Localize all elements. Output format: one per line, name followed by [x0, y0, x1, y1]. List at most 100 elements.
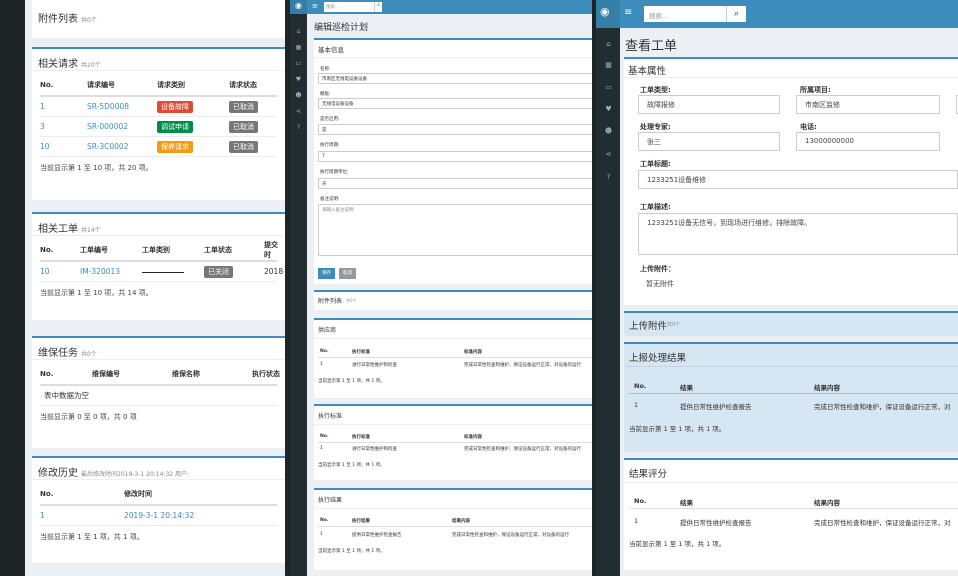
attachments-count: 共0个: [346, 298, 357, 303]
panel-edit-inspection-plan: ≡ 搜索... ⌕ ◉ ⌂ ▦ ▭ ♥ ☻ ⋖ ? 编辑巡检计划 基本信息 名称…: [290, 0, 592, 576]
help-icon[interactable]: ?: [294, 124, 303, 133]
col-modified-time: 修改时间: [124, 490, 152, 498]
page-title: 查看工单: [625, 39, 678, 54]
col-result: 执行结果: [352, 519, 370, 524]
row-result: 提供日常性维护检查报告: [352, 533, 402, 538]
search-input[interactable]: 搜索...: [324, 2, 374, 12]
col-order-status: 工单状态: [204, 246, 232, 254]
row-no[interactable]: 10: [40, 142, 87, 151]
results-title: 执行结果: [318, 497, 343, 504]
request-code-link[interactable]: SR-3C0002: [87, 142, 157, 151]
row-result: 提供日常性维护检查报告: [680, 403, 752, 411]
row-no[interactable]: 1: [40, 102, 87, 111]
title-field[interactable]: 1233251设备维修: [638, 170, 958, 189]
logo-icon: ◉: [295, 1, 302, 10]
workorders-count: 共14个: [81, 227, 101, 234]
home-icon[interactable]: ⌂: [294, 28, 303, 37]
attachments-card: 附件列表 共0个: [32, 0, 285, 38]
col-task-name: 维保名称: [172, 370, 200, 378]
type-field[interactable]: 故障报修: [638, 95, 780, 114]
row-no[interactable]: 1: [40, 511, 124, 520]
share-icon[interactable]: ⋖: [294, 108, 303, 117]
enabled-select[interactable]: 是: [318, 124, 592, 135]
project-field[interactable]: 市南区监修: [796, 95, 940, 114]
modified-time-link[interactable]: 2019-3-1 20:14:32: [124, 511, 224, 520]
requests-footer: 当前显示第 1 至 10 项，共 20 项。: [40, 164, 153, 172]
no-attachment-text: 暂无附件: [646, 280, 674, 288]
monitor-icon[interactable]: ▭: [294, 60, 303, 69]
row-no: 1: [634, 517, 639, 525]
attachments-title: 上传附件: [629, 321, 668, 332]
row-content: 完成日常性检查和维护，保证设备运行正常，对设备的运行: [464, 447, 581, 452]
search-icon[interactable]: ⌕: [726, 6, 746, 22]
table-row: 10 IM-320013 已关闭 2018-4: [40, 262, 284, 282]
row-no[interactable]: 3: [40, 122, 87, 131]
top-navbar: ≡ 搜索... ⌕: [596, 0, 958, 28]
remark-textarea[interactable]: 请输入备注说明: [318, 204, 592, 256]
phone-label: 电话:: [800, 123, 817, 131]
order-code-link[interactable]: IM-320013: [80, 267, 142, 276]
col-content: 结果内容: [814, 384, 840, 392]
request-code-link[interactable]: SR-5D0008: [87, 102, 157, 111]
history-title: 修改历史: [38, 468, 78, 479]
panel-related-records: 附件列表 共0个 相关请求 共20个 No. 请求编号 请求类别 请求状态 1 SR…: [25, 0, 285, 576]
left-dark-gutter: [0, 0, 25, 576]
report-footer: 当前显示第 1 至 1 项，共 1 项。: [629, 425, 726, 433]
col-no: No.: [320, 518, 329, 523]
enabled-label: 是否启用:: [320, 117, 340, 122]
col-content: 标准内容: [464, 350, 482, 355]
expert-field[interactable]: 张三: [638, 132, 780, 151]
report-title: 上报处理结果: [629, 353, 687, 364]
supplier-box: 供应商 No. 执行标准 标准内容 1 进行日常性维护和检查 完成日常性检查和维…: [314, 318, 592, 398]
users-icon[interactable]: ☻: [603, 127, 614, 138]
row-no[interactable]: 10: [40, 267, 80, 276]
col-no: No.: [40, 81, 54, 89]
grid-icon[interactable]: ▦: [603, 61, 614, 72]
standards-box: 执行标准 No. 执行标准 标准内容 1 进行日常性维护和检查 完成日常性检查和…: [314, 404, 592, 480]
search-icon[interactable]: ⌕: [374, 2, 382, 12]
menu-toggle-icon[interactable]: ≡: [624, 7, 632, 18]
save-button[interactable]: 保存: [318, 268, 335, 279]
maintenance-count: 共0个: [81, 351, 97, 358]
type-label: 工单类型:: [640, 86, 671, 94]
col-content: 标准内容: [464, 435, 482, 440]
row-content: 完成日常性检查和维护，保证设备运行正常，对设备的运行: [464, 363, 581, 368]
evaluation-title: 结果评分: [629, 469, 668, 480]
col-task-code: 维保编号: [92, 370, 120, 378]
name-field[interactable]: 市南区无线电设备设备: [318, 73, 592, 84]
report-result-box: 上报处理结果 No. 结果 结果内容 1 提供日常性维护检查报告 完成日常性检查…: [624, 342, 958, 452]
description-textarea[interactable]: 1233251设备无信号，到现场进行维修，排除故障。: [638, 213, 958, 255]
results-box: 执行结果 No. 执行结果 结果内容 1 提供日常性维护检查报告 完成日常性检查…: [314, 488, 592, 570]
row-standard: 进行日常性维护和检查: [352, 363, 397, 368]
share-icon[interactable]: ⋖: [603, 150, 614, 161]
evaluation-box: 结果评分 No. 结果 结果内容 1 提供日常性维护检查报告 完成日常性检查和维…: [624, 458, 958, 570]
cancel-button[interactable]: 取消: [339, 268, 356, 279]
col-result: 结果: [680, 499, 693, 507]
page-title: 编辑巡检计划: [314, 23, 369, 33]
users-icon[interactable]: ☻: [294, 92, 303, 101]
attachments-title: 附件列表: [38, 14, 78, 25]
supplier-footer: 当前显示第 1 至 1 项，共 1 项。: [318, 379, 385, 384]
template-select[interactable]: 无线电设备设备: [318, 98, 592, 109]
request-code-link[interactable]: SR-000002: [87, 122, 157, 131]
col-submit-time: 提交时: [264, 241, 278, 259]
requests-title: 相关请求: [38, 59, 78, 70]
maintenance-header-row: No. 维保编号 维保名称 执行状态: [40, 364, 280, 386]
cycle-field[interactable]: 7: [318, 151, 592, 162]
project-label: 所属项目:: [800, 86, 831, 94]
heart-icon[interactable]: ♥: [294, 76, 303, 85]
grid-icon[interactable]: ▦: [294, 44, 303, 53]
col-order-code: 工单编号: [80, 246, 108, 254]
type-badge: 调试申请: [157, 120, 193, 133]
attachments-title: 附件列表: [318, 298, 343, 305]
monitor-icon[interactable]: ▭: [603, 83, 614, 94]
col-no: No.: [634, 382, 647, 390]
heart-icon[interactable]: ♥: [603, 105, 614, 116]
menu-toggle-icon[interactable]: ≡: [312, 2, 318, 10]
search-input[interactable]: 搜索...: [644, 6, 726, 22]
help-icon[interactable]: ?: [603, 173, 614, 184]
row-content: 完成日常性检查和维护，保证设备运行正常，对设备的运行: [452, 533, 569, 538]
phone-field[interactable]: 13000000000: [796, 132, 940, 151]
home-icon[interactable]: ⌂: [603, 40, 614, 51]
cycle-unit-select[interactable]: 天: [318, 178, 592, 189]
